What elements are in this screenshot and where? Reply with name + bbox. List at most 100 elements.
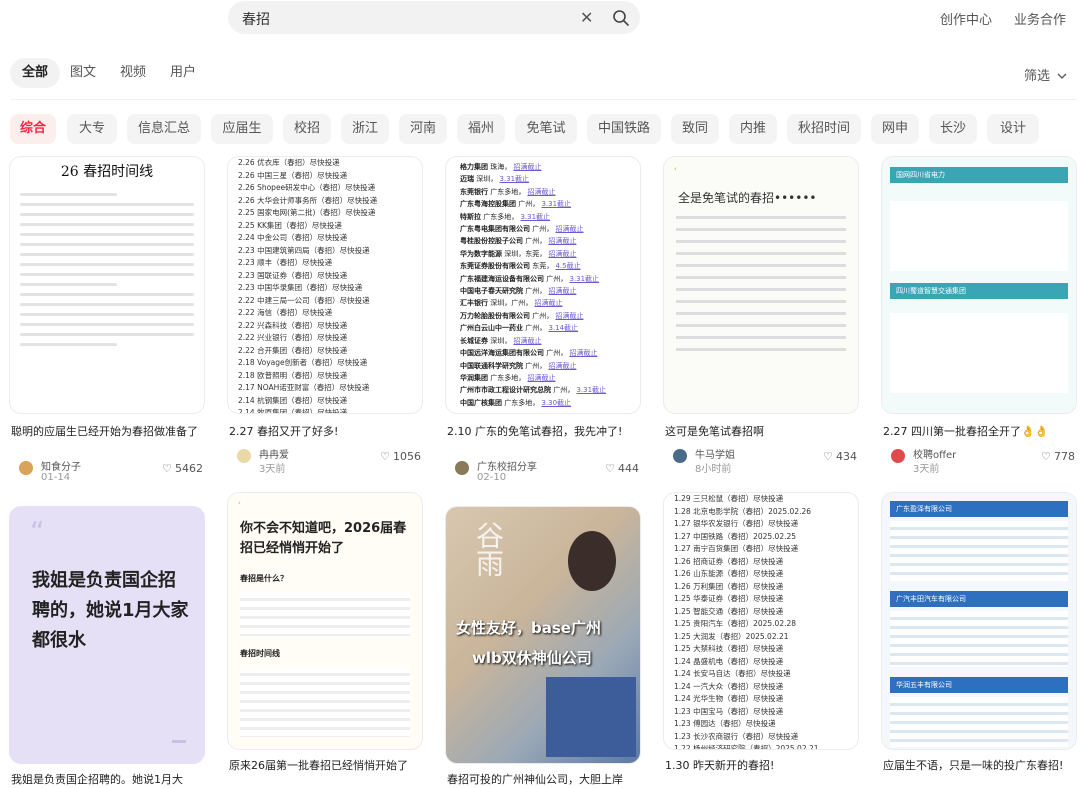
card-title[interactable]: 原来26届第一批春招已经悄悄开始了 (229, 758, 423, 773)
card-thumbnail[interactable]: ‹ 全是免笔试的春招•••••• (663, 156, 859, 414)
company-name: 特斯拉 (460, 212, 481, 221)
card-title[interactable]: 2.10 广东的免笔试春招，我先冲了! (447, 424, 641, 454)
note-card[interactable]: ‹ 你不会不知道吧，2026届春招已经悄悄开始了 春招是什么？ 春招时间线 原来… (227, 492, 423, 786)
card-thumbnail[interactable]: 谷雨 女性友好，base广州 wlb双休神仙公司 (445, 506, 641, 764)
chip-campus-recruit[interactable]: 校招 (283, 114, 331, 144)
tab-image-text[interactable]: 图文 (68, 58, 98, 88)
author-name[interactable]: 知食分子 (41, 458, 81, 473)
chip-online-apply[interactable]: 网申 (871, 114, 919, 144)
avatar[interactable] (455, 461, 469, 475)
chip-info-summary[interactable]: 信息汇总 (127, 114, 201, 144)
timeline-line: 1.23 傅园达（春招）尽快投递 (674, 719, 776, 728)
card-title[interactable]: 2.27 春招又开了好多! (229, 424, 423, 439)
card-thumbnail[interactable]: 26 春招时间线 (9, 156, 205, 414)
like-count: 5462 (175, 462, 203, 475)
timeline-line: 1.26 万利集团（春招）尽快投递 (674, 581, 784, 591)
author-name[interactable]: 牛马学姐 (695, 446, 735, 461)
search-box[interactable]: 春招 ✕ (228, 1, 640, 34)
company-row: 粤桂股份控股子公司 广州， 招满截止 (446, 235, 640, 247)
card-title[interactable]: 春招可投的广州神仙公司，大胆上岸 (447, 772, 641, 787)
company-deadline: 招满截止 (534, 299, 563, 308)
note-card[interactable]: 广东盈泽有限公司 广汽丰田汽车有限公司 华润五丰有限公司 应届生不语，只是一味的… (881, 492, 1077, 786)
like-button[interactable]: ♡ 444 (605, 462, 639, 475)
like-button[interactable]: ♡ 434 (823, 450, 857, 463)
chip-junior-college[interactable]: 大专 (67, 114, 117, 144)
search-input[interactable]: 春招 (242, 9, 270, 29)
thumb-subhead: 春招是什么？ (240, 574, 288, 583)
chip-fuzhou[interactable]: 福州 (457, 114, 505, 144)
card-thumbnail[interactable]: “ 我姐是负责国企招聘的，她说1月大家都很水 (9, 506, 205, 764)
timeline-line: 2.17 NOAH诺亚财富（春招）尽快投递 (238, 383, 370, 392)
like-count: 444 (618, 462, 639, 475)
company-row: 广东福建海运设备有限公司 广州， 3.31截止 (446, 273, 640, 285)
company-row: 华润集团 广东多地， 招满截止 (446, 372, 640, 384)
company-deadline: 4.5截止 (555, 262, 581, 271)
like-button[interactable]: ♡ 778 (1041, 450, 1075, 463)
avatar[interactable] (673, 449, 687, 463)
chip-zhejiang[interactable]: 浙江 (341, 114, 389, 144)
note-card[interactable]: “ 我姐是负责国企招聘的，她说1月大家都很水 我姐是负责国企招聘的。她说1月大 (9, 506, 205, 786)
company-row: 广东粤海控股集团 广州， 3.31截止 (446, 198, 640, 210)
note-card[interactable]: 1.29 三只松鼠（春招）尽快投递 1.28 北京电影学院（春招）2025.02.… (663, 492, 859, 786)
card-title[interactable]: 我姐是负责国企招聘的。她说1月大 (11, 772, 205, 787)
creator-center-link[interactable]: 创作中心 (940, 9, 992, 28)
filter-button[interactable]: 筛选 (1024, 65, 1067, 84)
avatar[interactable] (891, 449, 905, 463)
card-thumbnail[interactable]: 广东盈泽有限公司 广汽丰田汽车有限公司 华润五丰有限公司 (881, 492, 1077, 750)
company-name: 汇丰银行 (460, 299, 488, 308)
card-thumbnail[interactable]: 国网四川省电力 四川蜀道智慧交通集团 (881, 156, 1077, 414)
back-chevron-icon: ‹ (238, 499, 241, 507)
clear-icon[interactable]: ✕ (580, 8, 593, 27)
card-title[interactable]: 1.30 昨天新开的春招! (665, 758, 859, 773)
chip-china-railway[interactable]: 中国铁路 (587, 114, 661, 144)
like-button[interactable]: ♡ 1056 (380, 450, 421, 463)
tab-all[interactable]: 全部 (10, 58, 60, 88)
card-title[interactable]: 这可是免笔试春招啊 (665, 424, 859, 439)
timeline-line: 1.27 中国铁路（春招）2025.02.25 (674, 531, 797, 541)
filter-label: 筛选 (1024, 69, 1051, 84)
timeline-line: 2.23 顺丰（春招）尽快投递 (238, 258, 333, 267)
avatar[interactable] (19, 461, 33, 475)
chip-fresh-graduate[interactable]: 应届生 (211, 114, 273, 144)
tab-user[interactable]: 用户 (168, 58, 198, 88)
note-card[interactable]: 国网四川省电力 四川蜀道智慧交通集团 2.27 四川第一批春招全开了👌👌 校聘o… (881, 156, 1077, 486)
company-location: 广州， (553, 386, 575, 395)
timeline-line: 2.18 Voyage创新者（春招）尽快投递 (238, 358, 368, 367)
note-card[interactable]: 26 春招时间线 聪明的应届生已经开始为春招做准备了 知食分子 01-14 ♡ 5… (9, 156, 205, 486)
chip-comprehensive[interactable]: 综合 (10, 114, 56, 144)
note-card[interactable]: ‹ 全是免笔试的春招•••••• 这可是免笔试春招啊 牛马学姐 8小时前 ♡ 43… (663, 156, 859, 486)
tab-video[interactable]: 视频 (118, 58, 148, 88)
chip-zhitong[interactable]: 致同 (671, 114, 719, 144)
like-button[interactable]: ♡ 5462 (162, 462, 203, 475)
chip-henan[interactable]: 河南 (399, 114, 447, 144)
post-date: 01-14 (41, 472, 71, 483)
card-title[interactable]: 聪明的应届生已经开始为春招做准备了 (11, 424, 205, 439)
card-thumbnail[interactable]: 格力集团 珠海， 招满截止 迈瑞 深圳， 3.31截止 东莞银行 广东多地， 招满截… (445, 156, 641, 414)
thumb-heading: 全是免笔试的春招•••••• (678, 191, 817, 205)
author-name[interactable]: 冉冉爱 (259, 446, 289, 461)
company-row: 万力轮胎股份有限公司 广州， 招满截止 (446, 310, 640, 322)
thumb-timeline: 1.29 三只松鼠（春招）尽快投递 1.28 北京电影学院（春招）2025.02.… (664, 493, 858, 749)
card-title[interactable]: 应届生不语，只是一味的投广东春招! (883, 758, 1077, 788)
chip-design[interactable]: 设计 (987, 114, 1039, 144)
card-title[interactable]: 2.27 四川第一批春招全开了👌👌 (883, 424, 1077, 439)
search-icon[interactable] (612, 9, 630, 27)
business-link[interactable]: 业务合作 (1014, 9, 1066, 28)
chevron-down-icon (1057, 73, 1067, 79)
note-card[interactable]: 2.26 优衣库（春招）尽快投递 2.26 中国三星（春招）尽快投递 2.26 Sh… (227, 156, 423, 486)
chip-autumn-time[interactable]: 秋招时间 (787, 114, 861, 144)
card-thumbnail[interactable]: ‹ 你不会不知道吧，2026届春招已经悄悄开始了 春招是什么？ 春招时间线 (227, 492, 423, 750)
card-thumbnail[interactable]: 2.26 优衣库（春招）尽快投递 2.26 中国三星（春招）尽快投递 2.26 Sh… (227, 156, 423, 414)
avatar[interactable] (237, 449, 251, 463)
note-card[interactable]: 格力集团 珠海， 招满截止 迈瑞 深圳， 3.31截止 东莞银行 广东多地， 招满截… (445, 156, 641, 486)
card-thumbnail[interactable]: 1.29 三只松鼠（春招）尽快投递 1.28 北京电影学院（春招）2025.02.… (663, 492, 859, 750)
note-card[interactable]: 谷雨 女性友好，base广州 wlb双休神仙公司 春招可投的广州神仙公司，大胆上… (445, 506, 641, 786)
timeline-line: 2.22 中建三局一公司（春招）尽快投递 (238, 295, 370, 305)
chip-no-exam[interactable]: 免笔试 (515, 114, 577, 144)
heart-icon: ♡ (823, 450, 833, 463)
chip-changsha[interactable]: 长沙 (929, 114, 977, 144)
company-location: 东莞， (532, 262, 554, 271)
author-name[interactable]: 校聘offer (913, 446, 956, 461)
author-name[interactable]: 广东校招分享 (477, 458, 537, 473)
chip-referral[interactable]: 内推 (729, 114, 777, 144)
